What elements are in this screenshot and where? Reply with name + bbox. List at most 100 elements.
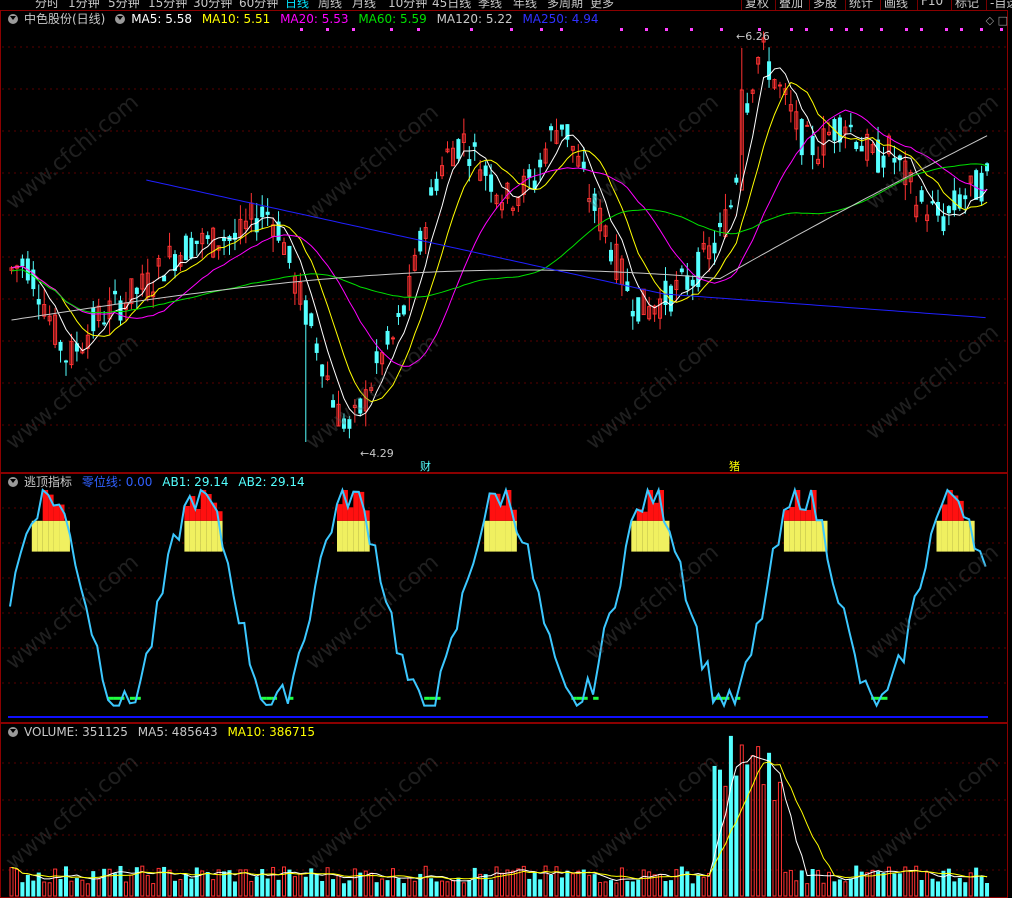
signal-dot — [390, 28, 393, 31]
candle-body — [341, 418, 346, 429]
candle-body — [347, 419, 352, 429]
ab1-zone — [211, 520, 218, 552]
volume-bar — [543, 865, 548, 897]
chevron-down-icon[interactable] — [8, 727, 18, 737]
volume-bar — [14, 868, 19, 897]
bottom-zone — [576, 696, 583, 700]
candle-body — [538, 159, 543, 168]
signal-dot — [905, 28, 908, 31]
restore-icon[interactable]: □ — [998, 14, 1008, 27]
ab2-zone — [805, 509, 812, 521]
signal-dot — [645, 28, 648, 31]
candle-body — [358, 398, 363, 414]
bottom-zone — [593, 696, 599, 700]
event-marker[interactable]: 猪 — [729, 458, 740, 474]
candle-body — [985, 163, 990, 172]
candle-body — [385, 330, 390, 345]
chart-canvas[interactable] — [0, 0, 1012, 898]
candle-body — [592, 193, 597, 211]
volume-bar — [609, 880, 613, 897]
volume-bar — [461, 882, 466, 897]
candle-body — [679, 268, 684, 273]
candle-body — [559, 124, 564, 130]
volume-ma5-line — [11, 755, 988, 882]
candle-body — [685, 275, 690, 290]
volume-bar — [167, 869, 172, 897]
volume-bar — [391, 868, 395, 897]
ma20-line — [11, 109, 988, 367]
volume-bar — [696, 874, 701, 897]
ma5-label: MA5: 5.58 — [131, 12, 192, 26]
ab1-zone — [941, 520, 948, 552]
volume-bar — [352, 868, 357, 897]
ab1-zone — [484, 520, 490, 552]
finance-marker[interactable]: 财 — [420, 458, 431, 474]
signal-dot — [540, 28, 543, 31]
volume-bar — [930, 878, 935, 897]
volume-bar — [385, 880, 390, 897]
ab1-zone — [500, 520, 506, 552]
volume-bar — [216, 869, 221, 897]
volume-bar — [292, 876, 297, 897]
signal-dot — [860, 28, 863, 31]
volume-bar — [734, 775, 739, 897]
candle-body — [881, 155, 886, 168]
candle-body — [260, 206, 265, 218]
volume-bar — [282, 866, 286, 897]
signal-dot — [960, 28, 963, 31]
volume-bar — [510, 870, 515, 897]
ab2-zone — [500, 505, 506, 521]
candle-body — [113, 290, 118, 295]
chevron-down-icon[interactable] — [8, 14, 18, 24]
volume-bar — [777, 781, 782, 897]
chevron-down-icon[interactable] — [115, 14, 126, 24]
volume-bar — [549, 874, 554, 897]
bottom-zone — [429, 696, 436, 700]
candle-body — [64, 360, 68, 363]
signal-dot — [945, 28, 948, 31]
volume-ma10-label: MA10: 386715 — [227, 725, 315, 739]
volume-bar — [641, 869, 646, 897]
bottom-zone — [266, 696, 272, 700]
volume-bar — [810, 868, 815, 897]
volume-bar — [118, 865, 123, 897]
volume-bar — [276, 879, 281, 897]
candle-body — [418, 230, 423, 252]
chevron-down-icon[interactable] — [8, 477, 18, 487]
signal-dot — [417, 28, 420, 31]
volume-bar — [772, 800, 777, 897]
candle-body — [946, 206, 951, 214]
volume-legend: VOLUME: 351125 MA5: 485643 MA10: 386715 — [8, 724, 321, 740]
price-legend: 中色股份(日线) MA5: 5.58 MA10: 5.51 MA20: 5.53… — [8, 11, 604, 27]
signal-dot — [620, 28, 623, 31]
volume-bar — [374, 882, 379, 897]
candle-body — [374, 351, 379, 364]
signal-dot — [720, 28, 723, 31]
candle-body — [314, 343, 319, 353]
ab1-zone — [342, 520, 348, 552]
volume-bar — [707, 872, 712, 897]
ab2-zone — [184, 505, 190, 521]
diamond-icon[interactable]: ◇ — [986, 14, 994, 27]
volume-bar — [668, 880, 673, 897]
volume-bar — [587, 874, 592, 897]
panel-corner-icons[interactable]: ◇ □ — [986, 14, 1008, 27]
volume-bar — [380, 878, 385, 897]
volume-bar — [658, 874, 663, 897]
ab1-zone — [200, 520, 207, 552]
volume-bar — [636, 879, 641, 897]
ab1-zone — [963, 520, 970, 552]
volume-bar — [173, 880, 177, 897]
volume-bar — [685, 871, 690, 897]
volume-bar — [750, 755, 755, 897]
ab2-zone — [941, 504, 948, 521]
candle-body — [549, 126, 554, 131]
low-price-label: ←4.29 — [360, 447, 394, 460]
ab1-zone — [816, 520, 823, 552]
volume-bar — [494, 866, 499, 897]
volume-bar — [794, 880, 799, 897]
candle-body — [859, 145, 864, 152]
volume-bar — [483, 874, 488, 897]
candle-body — [265, 211, 270, 215]
signal-dot — [352, 28, 355, 31]
